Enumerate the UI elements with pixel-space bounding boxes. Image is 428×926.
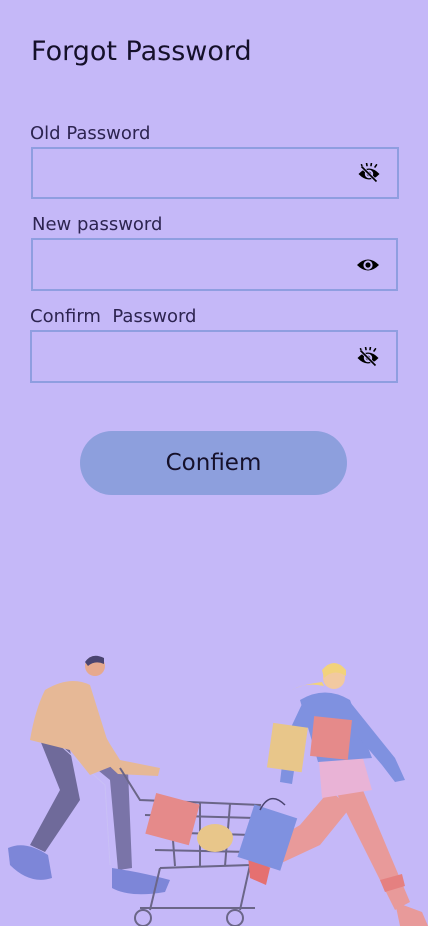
new-password-field — [31, 238, 398, 291]
shopping-cart — [119, 767, 262, 926]
old-password-input[interactable] — [33, 149, 367, 195]
shopping-illustration — [8, 655, 428, 926]
confirm-password-label: Confirm Password — [30, 306, 197, 327]
confirm-password-input[interactable] — [32, 332, 366, 378]
eye-slash-icon[interactable] — [357, 163, 381, 183]
eye-slash-icon[interactable] — [356, 347, 380, 367]
woman-figure — [237, 663, 428, 926]
confirm-password-field — [30, 330, 398, 383]
new-password-label: New password — [32, 214, 163, 235]
new-password-input[interactable] — [33, 240, 367, 286]
old-password-label: Old Password — [30, 123, 151, 144]
old-password-field — [31, 147, 399, 199]
page-title: Forgot Password — [31, 36, 252, 67]
confirm-button[interactable]: Confiem — [80, 431, 347, 495]
eye-icon[interactable] — [356, 255, 380, 275]
man-figure — [8, 655, 170, 895]
